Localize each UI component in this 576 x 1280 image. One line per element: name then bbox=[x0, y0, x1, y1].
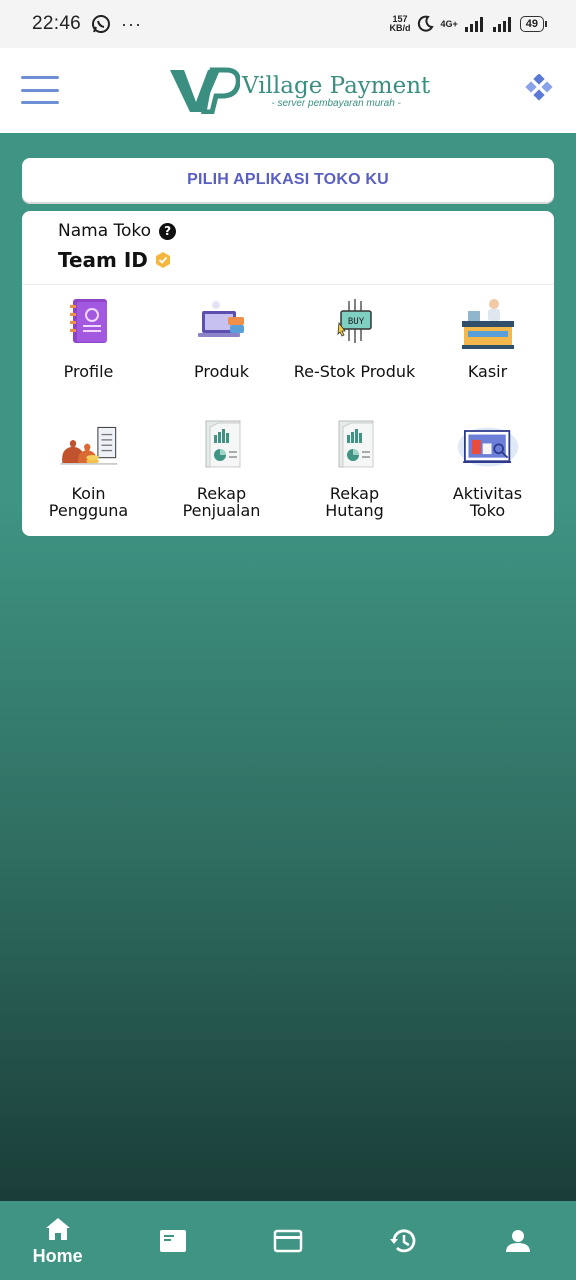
menu-item-label: Rekap Penjualan bbox=[182, 484, 261, 520]
menu-item-restok[interactable]: BUY Re-Stok Produk bbox=[288, 297, 421, 409]
brand-title: Village Payment bbox=[242, 72, 431, 99]
menu-item-rekap-penjualan[interactable]: Rekap Penjualan bbox=[155, 419, 288, 531]
credit-card-icon bbox=[273, 1229, 303, 1252]
report-chart-icon bbox=[338, 420, 373, 468]
signal-icon bbox=[464, 17, 483, 32]
menu-grid: Profile Produk BUY Re-Stok Produk Kasir … bbox=[22, 297, 554, 531]
nav-profile[interactable] bbox=[461, 1201, 576, 1280]
brand-subtitle: - server pembayaran murah - bbox=[271, 97, 401, 109]
card-icon bbox=[159, 1229, 186, 1252]
store-header: Nama Toko ? Team ID bbox=[22, 211, 554, 285]
vp-logo-icon bbox=[170, 67, 240, 114]
menu-item-kasir[interactable]: Kasir bbox=[421, 297, 554, 409]
history-icon bbox=[390, 1228, 416, 1252]
nav-credit-card[interactable] bbox=[230, 1201, 345, 1280]
menu-item-label: Koin Pengguna bbox=[48, 484, 129, 520]
brand-logo: Village Payment - server pembayaran mura… bbox=[168, 66, 430, 114]
signal-icon-2 bbox=[492, 17, 511, 32]
diamond-menu-icon[interactable] bbox=[524, 74, 554, 104]
menu-item-profile[interactable]: Profile bbox=[22, 297, 155, 409]
moon-icon bbox=[418, 15, 435, 32]
person-icon bbox=[506, 1229, 531, 1252]
nav-home-label: Home bbox=[32, 1246, 83, 1266]
home-icon bbox=[45, 1218, 70, 1240]
money-bag-icon bbox=[60, 426, 117, 465]
nav-history[interactable] bbox=[346, 1201, 461, 1280]
verified-badge-icon bbox=[155, 252, 170, 268]
menu-item-koin[interactable]: Koin Pengguna bbox=[22, 419, 155, 531]
whatsapp-icon bbox=[92, 15, 111, 33]
notebook-icon bbox=[69, 299, 107, 343]
menu-hamburger-icon[interactable] bbox=[21, 76, 59, 104]
buy-chip-icon: BUY bbox=[337, 299, 372, 343]
menu-item-label: Kasir bbox=[467, 362, 508, 381]
menu-item-label: Aktivitas Toko bbox=[452, 484, 523, 520]
network-type: 4G+ bbox=[440, 19, 458, 29]
store-card: Nama Toko ? Team ID Profile Produk BUY R… bbox=[22, 211, 554, 536]
help-icon[interactable]: ? bbox=[159, 222, 177, 240]
menu-item-aktivitas-toko[interactable]: Aktivitas Toko bbox=[421, 419, 554, 531]
report-chart-icon bbox=[205, 420, 240, 468]
analytics-icon bbox=[457, 427, 518, 467]
more-dots-icon: ··· bbox=[121, 13, 143, 34]
cashier-icon bbox=[461, 299, 514, 349]
choose-store-label: PILIH APLIKASI TOKO KU bbox=[187, 171, 389, 188]
menu-item-rekap-hutang[interactable]: Rekap Hutang bbox=[288, 419, 421, 531]
status-time: 22:46 bbox=[32, 13, 82, 34]
store-name: Team ID bbox=[58, 248, 172, 272]
menu-item-produk[interactable]: Produk bbox=[155, 297, 288, 409]
nav-card[interactable] bbox=[115, 1201, 230, 1280]
bottom-navigation: Home bbox=[0, 1201, 576, 1280]
choose-store-button[interactable]: PILIH APLIKASI TOKO KU bbox=[22, 158, 554, 202]
status-bar: 22:46 ··· 157 KB/d 4G+ 49 bbox=[0, 0, 576, 48]
store-label: Nama Toko ? bbox=[58, 221, 177, 241]
net-speed: 157 KB/d bbox=[389, 14, 411, 33]
menu-item-label: Re-Stok Produk bbox=[293, 362, 416, 381]
menu-item-label: Produk bbox=[194, 362, 249, 381]
nav-home[interactable]: Home bbox=[0, 1201, 115, 1280]
laptop-products-icon bbox=[197, 301, 244, 337]
battery-icon: 49 bbox=[519, 16, 548, 32]
menu-item-label: Profile bbox=[63, 362, 114, 381]
menu-item-label: Rekap Hutang bbox=[325, 484, 384, 520]
svg-text:BUY: BUY bbox=[347, 317, 364, 327]
app-header: Village Payment - server pembayaran mura… bbox=[0, 48, 576, 133]
